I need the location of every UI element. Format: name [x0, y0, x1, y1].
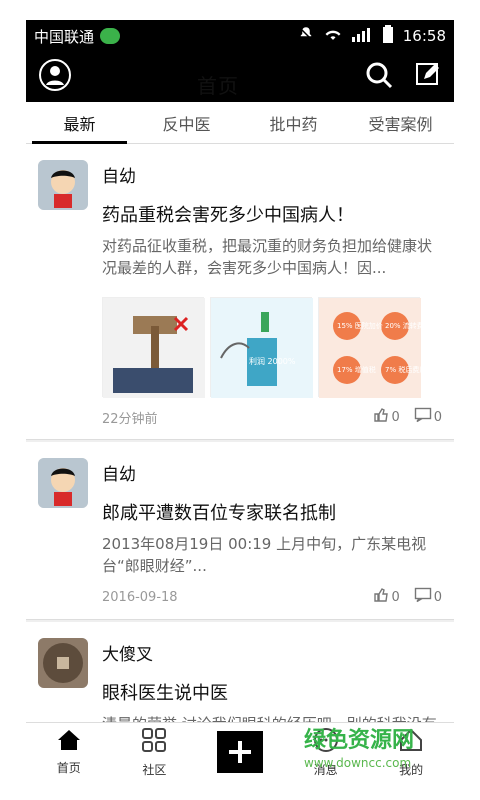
wechat-icon	[100, 28, 121, 44]
post-images: 利润 2000% 15% 医院加价 20% 流转费 17% 增值税 7% 税后费	[102, 297, 442, 398]
nav-community-label: 社区	[142, 762, 167, 777]
avatar[interactable]	[38, 638, 88, 688]
edit-icon[interactable]	[414, 61, 442, 93]
wifi-icon	[323, 25, 343, 47]
nav-home-label: 首页	[56, 760, 81, 775]
author-name: 大傻叉	[102, 645, 153, 665]
status-time: 16:58	[402, 27, 446, 45]
post-meta: 2016-09-18 0 0	[102, 587, 442, 607]
like-count[interactable]: 0	[373, 407, 400, 427]
feed-item[interactable]: 大傻叉 眼科医生说中医 清晨的荣誉 讨论我们眼科的经历吧。别的科我没有发言权。 …	[26, 622, 454, 722]
tab-anti-tcm[interactable]: 反中医	[133, 102, 240, 143]
post-title[interactable]: 眼科医生说中医	[102, 679, 442, 705]
like-number: 0	[391, 409, 400, 425]
image-3-label-2: 20% 流转费	[385, 321, 421, 330]
watermark: 绿色资源网 www.downcc.com	[304, 722, 454, 780]
watermark-url: www.downcc.com	[304, 756, 412, 770]
avatar[interactable]	[38, 160, 88, 210]
home-icon	[56, 728, 82, 755]
post-excerpt: 对药品征收重税，把最沉重的财务负担加给健康状况最差的人群，会害死多少中国病人！因…	[102, 237, 433, 277]
image-3-label-1: 15% 医院加价	[337, 321, 383, 330]
tab-latest[interactable]: 最新	[26, 102, 133, 144]
feed-item[interactable]: 自幼 郎咸平遭数百位专家联名抵制 2013年08月19日 00:19 上月中旬，…	[26, 442, 454, 620]
feed-list: 自幼 药品重税会害死多少中国病人！ 对药品征收重税，把最沉重的财务负担加给健康状…	[26, 144, 454, 722]
search-icon[interactable]	[364, 60, 394, 94]
nav-community[interactable]: 社区	[112, 723, 198, 780]
status-right: 16:58	[297, 24, 446, 48]
battery-icon	[381, 24, 395, 48]
thumbs-up-icon	[373, 407, 389, 427]
post-title[interactable]: 药品重税会害死多少中国病人！	[102, 201, 442, 227]
page-title: 首页	[197, 73, 239, 98]
signal-icon	[351, 25, 373, 47]
post-time: 2016-09-18	[102, 589, 178, 605]
profile-icon[interactable]	[38, 58, 72, 96]
like-count[interactable]: 0	[373, 587, 400, 607]
phone-screen: 中国联通 16:58 首页 最新 反中医 批中药 受害案例 自幼 药品重税会害死…	[26, 20, 454, 780]
image-2-text: 利润 2000%	[249, 356, 296, 366]
category-tabs: 最新 反中医 批中药 受害案例	[26, 102, 454, 144]
post-time: 22分钟前	[102, 411, 158, 427]
post-excerpt: 2013年08月19日 00:19 上月中旬，广东某电视台“郎眼财经”...	[102, 535, 427, 575]
comment-icon	[414, 407, 432, 427]
comment-number: 0	[433, 589, 442, 605]
post-stats: 0 0	[373, 587, 442, 607]
mute-icon	[297, 25, 315, 47]
carrier-name: 中国联通	[34, 27, 95, 46]
post-image-3[interactable]: 15% 医院加价 20% 流转费 17% 增值税 7% 税后费用	[318, 297, 426, 398]
post-meta: 22分钟前 0 0	[102, 407, 442, 427]
app-actions	[364, 60, 442, 94]
bottom-nav: 首页 社区 消息 我的 绿色资源网 www.downcc.com	[26, 722, 454, 780]
nav-home[interactable]: 首页	[26, 723, 112, 780]
app-bar: 首页	[26, 52, 454, 102]
tab-victim-cases[interactable]: 受害案例	[347, 102, 454, 143]
status-bar: 中国联通 16:58	[26, 20, 454, 52]
left-frame	[0, 0, 26, 800]
post-image-1[interactable]	[102, 297, 205, 398]
like-number: 0	[391, 589, 400, 605]
author-name: 自幼	[102, 465, 136, 485]
image-3-label-4: 7% 税后费用	[385, 365, 421, 374]
avatar[interactable]	[38, 458, 88, 508]
author-name: 自幼	[102, 167, 136, 187]
thumbs-up-icon	[373, 587, 389, 607]
post-excerpt: 清晨的荣誉 讨论我们眼科的经历吧。别的科我没有发言权。 我不是...	[102, 713, 442, 722]
tab-criticize-medicine[interactable]: 批中药	[240, 102, 347, 143]
post-image-2[interactable]: 利润 2000%	[210, 297, 313, 398]
image-3-label-3: 17% 增值税	[337, 365, 376, 374]
right-frame	[454, 0, 480, 800]
comment-count[interactable]: 0	[414, 407, 442, 427]
plus-icon	[216, 730, 263, 773]
feed-item[interactable]: 自幼 药品重税会害死多少中国病人！ 对药品征收重税，把最沉重的财务负担加给健康状…	[26, 144, 454, 440]
comment-icon	[414, 587, 432, 607]
comment-count[interactable]: 0	[414, 587, 442, 607]
grid-icon	[140, 726, 168, 757]
comment-number: 0	[433, 409, 442, 425]
watermark-title: 绿色资源网	[304, 728, 415, 753]
post-title[interactable]: 郎咸平遭数百位专家联名抵制	[102, 499, 442, 525]
post-stats: 0 0	[373, 407, 442, 427]
nav-add[interactable]	[197, 723, 283, 780]
